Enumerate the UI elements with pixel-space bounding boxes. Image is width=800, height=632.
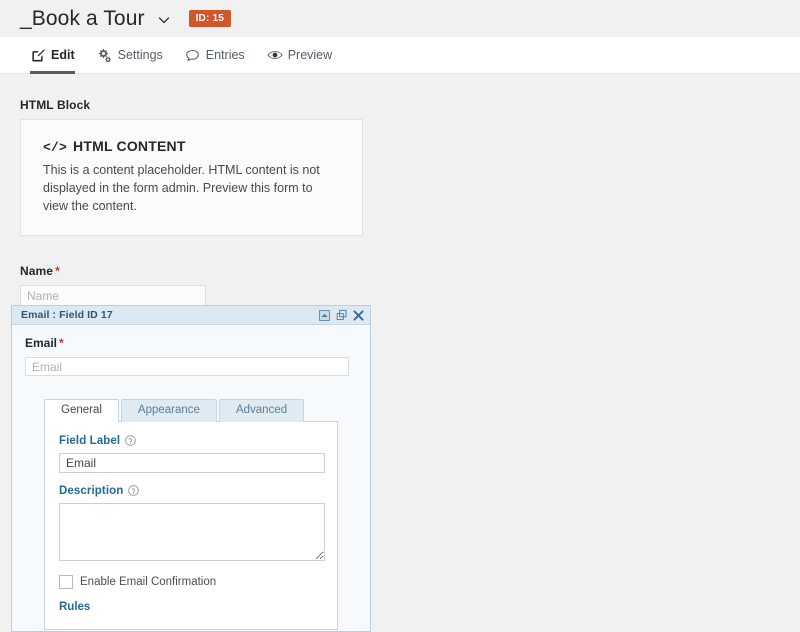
html-content-placeholder: </> HTML CONTENT This is a content place… bbox=[20, 119, 363, 236]
name-field-label-text: Name bbox=[20, 264, 53, 278]
form-editor-canvas: HTML Block </> HTML CONTENT This is a co… bbox=[0, 74, 800, 306]
pencil-square-icon bbox=[30, 47, 46, 63]
nav-item-label: Entries bbox=[206, 48, 245, 62]
name-input[interactable] bbox=[20, 285, 206, 306]
html-content-title-row: </> HTML CONTENT bbox=[43, 138, 340, 155]
nav-item-entries[interactable]: Entries bbox=[185, 37, 257, 73]
form-id-badge: ID: 15 bbox=[189, 10, 231, 27]
close-icon[interactable] bbox=[353, 309, 364, 321]
field-settings-tabs: General Appearance Advanced bbox=[44, 399, 357, 422]
nav-item-label: Settings bbox=[118, 48, 163, 62]
collapse-icon[interactable] bbox=[319, 309, 330, 321]
field-label-caption: Field Label bbox=[59, 435, 323, 447]
help-icon[interactable] bbox=[125, 435, 136, 446]
page-title: _Book a Tour bbox=[20, 8, 145, 29]
help-icon[interactable] bbox=[128, 485, 139, 496]
html-block-label: HTML Block bbox=[20, 98, 780, 112]
field-settings-tabs-wrap: General Appearance Advanced Field Label bbox=[25, 399, 357, 631]
email-preview-input[interactable] bbox=[25, 357, 349, 376]
tab-panel-general: Field Label Descript bbox=[44, 421, 338, 630]
nav-item-edit[interactable]: Edit bbox=[30, 37, 87, 73]
form-field-html-block[interactable]: HTML Block </> HTML CONTENT This is a co… bbox=[0, 98, 800, 236]
tab-general[interactable]: General bbox=[44, 399, 119, 422]
nav-item-preview[interactable]: Preview bbox=[267, 37, 344, 73]
rules-heading: Rules bbox=[59, 601, 323, 613]
name-field-label: Name* bbox=[20, 264, 780, 278]
nav-item-label: Edit bbox=[51, 48, 75, 62]
speech-bubble-icon bbox=[185, 47, 201, 63]
field-settings-panel: Email : Field ID 17 bbox=[11, 305, 371, 632]
form-header: _Book a Tour ID: 15 bbox=[0, 0, 800, 37]
email-preview-label: Email* bbox=[25, 336, 357, 350]
nav-item-label: Preview bbox=[288, 48, 332, 62]
field-label-caption-text: Field Label bbox=[59, 435, 120, 447]
field-label-input[interactable] bbox=[59, 453, 325, 473]
setting-enable-email-confirmation[interactable]: Enable Email Confirmation bbox=[59, 575, 323, 589]
field-settings-panel-body: Email* General Appearance Advanced Field… bbox=[12, 325, 370, 631]
form-nav-bar: Edit Settings Entries Preview bbox=[0, 37, 800, 74]
field-settings-panel-header[interactable]: Email : Field ID 17 bbox=[12, 306, 370, 325]
tab-advanced[interactable]: Advanced bbox=[219, 399, 304, 422]
enable-email-confirmation-label: Enable Email Confirmation bbox=[80, 576, 216, 588]
nav-item-settings[interactable]: Settings bbox=[97, 37, 175, 73]
chevron-down-icon[interactable] bbox=[157, 13, 171, 27]
description-caption: Description bbox=[59, 485, 323, 497]
setting-description: Description bbox=[59, 485, 323, 561]
description-caption-text: Description bbox=[59, 485, 123, 497]
code-tag-icon: </> bbox=[43, 140, 67, 155]
gears-icon bbox=[97, 47, 113, 63]
form-field-name[interactable]: Name* bbox=[0, 264, 800, 306]
required-marker: * bbox=[55, 264, 60, 278]
field-settings-panel-tools bbox=[319, 309, 364, 321]
description-textarea[interactable] bbox=[59, 503, 325, 561]
field-settings-panel-title: Email : Field ID 17 bbox=[21, 309, 113, 321]
required-marker: * bbox=[59, 336, 64, 350]
email-preview-label-text: Email bbox=[25, 336, 57, 350]
setting-field-label: Field Label bbox=[59, 435, 323, 473]
tab-appearance[interactable]: Appearance bbox=[121, 399, 217, 422]
duplicate-icon[interactable] bbox=[336, 309, 347, 321]
eye-icon bbox=[267, 47, 283, 63]
enable-email-confirmation-checkbox[interactable] bbox=[59, 575, 73, 589]
html-content-description: This is a content placeholder. HTML cont… bbox=[43, 161, 340, 215]
html-content-title: HTML CONTENT bbox=[73, 138, 186, 154]
